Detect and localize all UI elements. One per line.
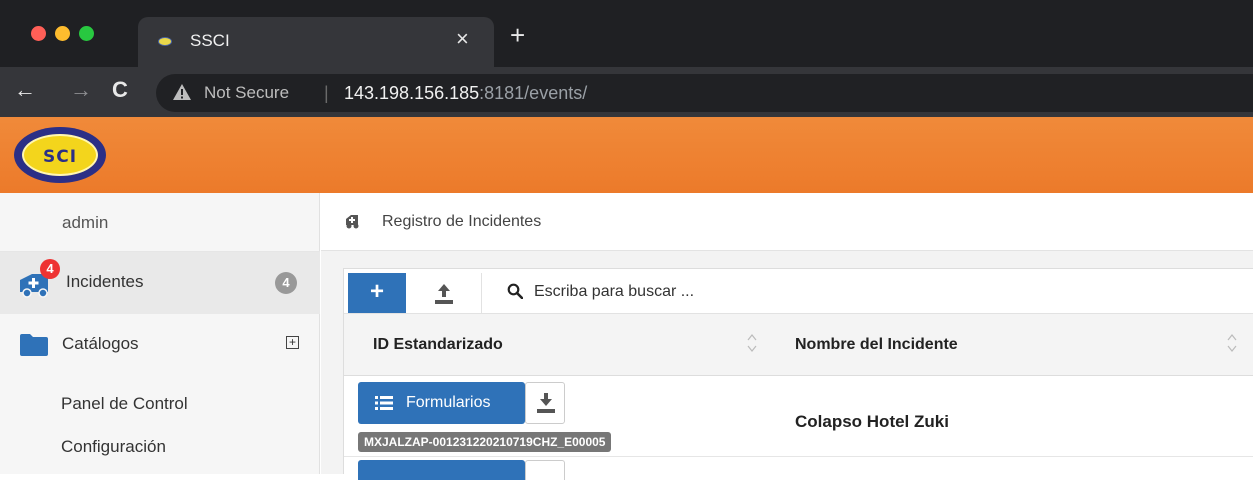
app-header: SCI bbox=[0, 117, 1253, 193]
sidebar-item-label: Incidentes bbox=[66, 272, 144, 291]
folder-icon bbox=[20, 334, 48, 356]
search-input[interactable] bbox=[534, 278, 1134, 306]
navigation-bar: ← → C Not Secure | 143.198.156.185:8181/… bbox=[0, 67, 1253, 117]
sidebar-item-panel-de-control[interactable]: Panel de Control bbox=[61, 394, 188, 414]
tab-close-icon[interactable]: × bbox=[456, 28, 469, 50]
sidebar-item-label: Catálogos bbox=[62, 334, 139, 353]
page-title: Registro de Incidentes bbox=[382, 213, 542, 230]
expand-icon[interactable]: + bbox=[286, 336, 299, 349]
sidebar: admin 4 Incidentes 4 Catálogos + Panel d… bbox=[0, 193, 320, 474]
logo-text: SCI bbox=[42, 147, 78, 167]
main-content: Registro de Incidentes + ID Estandar bbox=[321, 193, 1253, 480]
sidebar-item-configuracion[interactable]: Configuración bbox=[61, 437, 166, 457]
username: admin bbox=[62, 213, 109, 232]
formularios-button[interactable]: Formularios bbox=[358, 382, 525, 424]
new-tab-button[interactable]: + bbox=[510, 22, 525, 48]
incidents-panel: + ID Estandarizado bbox=[343, 268, 1253, 480]
logo-emblem: SCI bbox=[22, 134, 98, 176]
url-host: 143.198.156.185 bbox=[344, 83, 480, 103]
list-icon bbox=[375, 396, 393, 410]
favicon-icon bbox=[158, 37, 172, 46]
formularios-label: Formularios bbox=[406, 394, 491, 411]
column-header-id[interactable]: ID Estandarizado bbox=[373, 336, 503, 354]
close-window-button[interactable] bbox=[31, 26, 46, 41]
download-icon bbox=[537, 393, 555, 413]
sidebar-item-incidentes[interactable]: 4 Incidentes 4 bbox=[0, 252, 320, 314]
back-arrow-icon[interactable]: ← bbox=[14, 77, 36, 103]
incidentes-alert-badge: 4 bbox=[40, 259, 60, 279]
tab-strip: SSCI × + bbox=[0, 0, 1253, 67]
minimize-window-button[interactable] bbox=[55, 26, 70, 41]
column-header-name[interactable]: Nombre del Incidente bbox=[795, 336, 958, 354]
reload-icon[interactable]: C bbox=[112, 77, 128, 103]
incident-name[interactable]: Colapso Hotel Zuki bbox=[795, 412, 949, 432]
download-button[interactable] bbox=[525, 382, 565, 424]
table-header: ID Estandarizado Nombre del Incidente bbox=[344, 314, 1253, 376]
standard-id-tag: MXJALZAP-001231220210719CHZ_E00005 bbox=[358, 432, 612, 452]
search-icon bbox=[507, 283, 523, 299]
sci-logo[interactable]: SCI bbox=[14, 127, 106, 183]
upload-icon bbox=[435, 284, 453, 304]
browser-window: SSCI × + ← → C Not Secure | 143.198.156.… bbox=[0, 0, 1253, 480]
page-header: Registro de Incidentes bbox=[321, 193, 1253, 251]
maximize-window-button[interactable] bbox=[79, 26, 94, 41]
tab-title: SSCI bbox=[190, 31, 230, 50]
warning-icon bbox=[173, 84, 191, 100]
url-path: :8181/events/ bbox=[479, 83, 588, 103]
upload-button[interactable] bbox=[406, 273, 482, 313]
browser-tab[interactable]: SSCI × bbox=[138, 17, 494, 67]
incidentes-count-badge: 4 bbox=[275, 272, 297, 294]
security-label[interactable]: Not Secure bbox=[204, 83, 289, 103]
sidebar-user: admin bbox=[0, 193, 320, 252]
sort-icon[interactable] bbox=[1227, 332, 1237, 354]
forward-arrow-icon[interactable]: → bbox=[70, 77, 92, 103]
table-toolbar: + bbox=[344, 269, 1253, 314]
ambulance-icon bbox=[346, 215, 359, 229]
address-bar[interactable]: Not Secure | 143.198.156.185:8181/events… bbox=[156, 74, 1253, 112]
sidebar-item-catalogos[interactable]: Catálogos + bbox=[0, 314, 320, 376]
address-separator: | bbox=[324, 83, 329, 103]
url-text[interactable]: 143.198.156.185:8181/events/ bbox=[344, 83, 587, 104]
download-button[interactable] bbox=[525, 460, 565, 480]
table-row: Formularios MXJALZAP-001231220210719CHZ_… bbox=[344, 377, 1253, 457]
add-incident-button[interactable]: + bbox=[348, 273, 406, 313]
sort-icon[interactable] bbox=[747, 332, 757, 354]
formularios-button[interactable] bbox=[358, 460, 525, 480]
table-row bbox=[344, 458, 1253, 480]
